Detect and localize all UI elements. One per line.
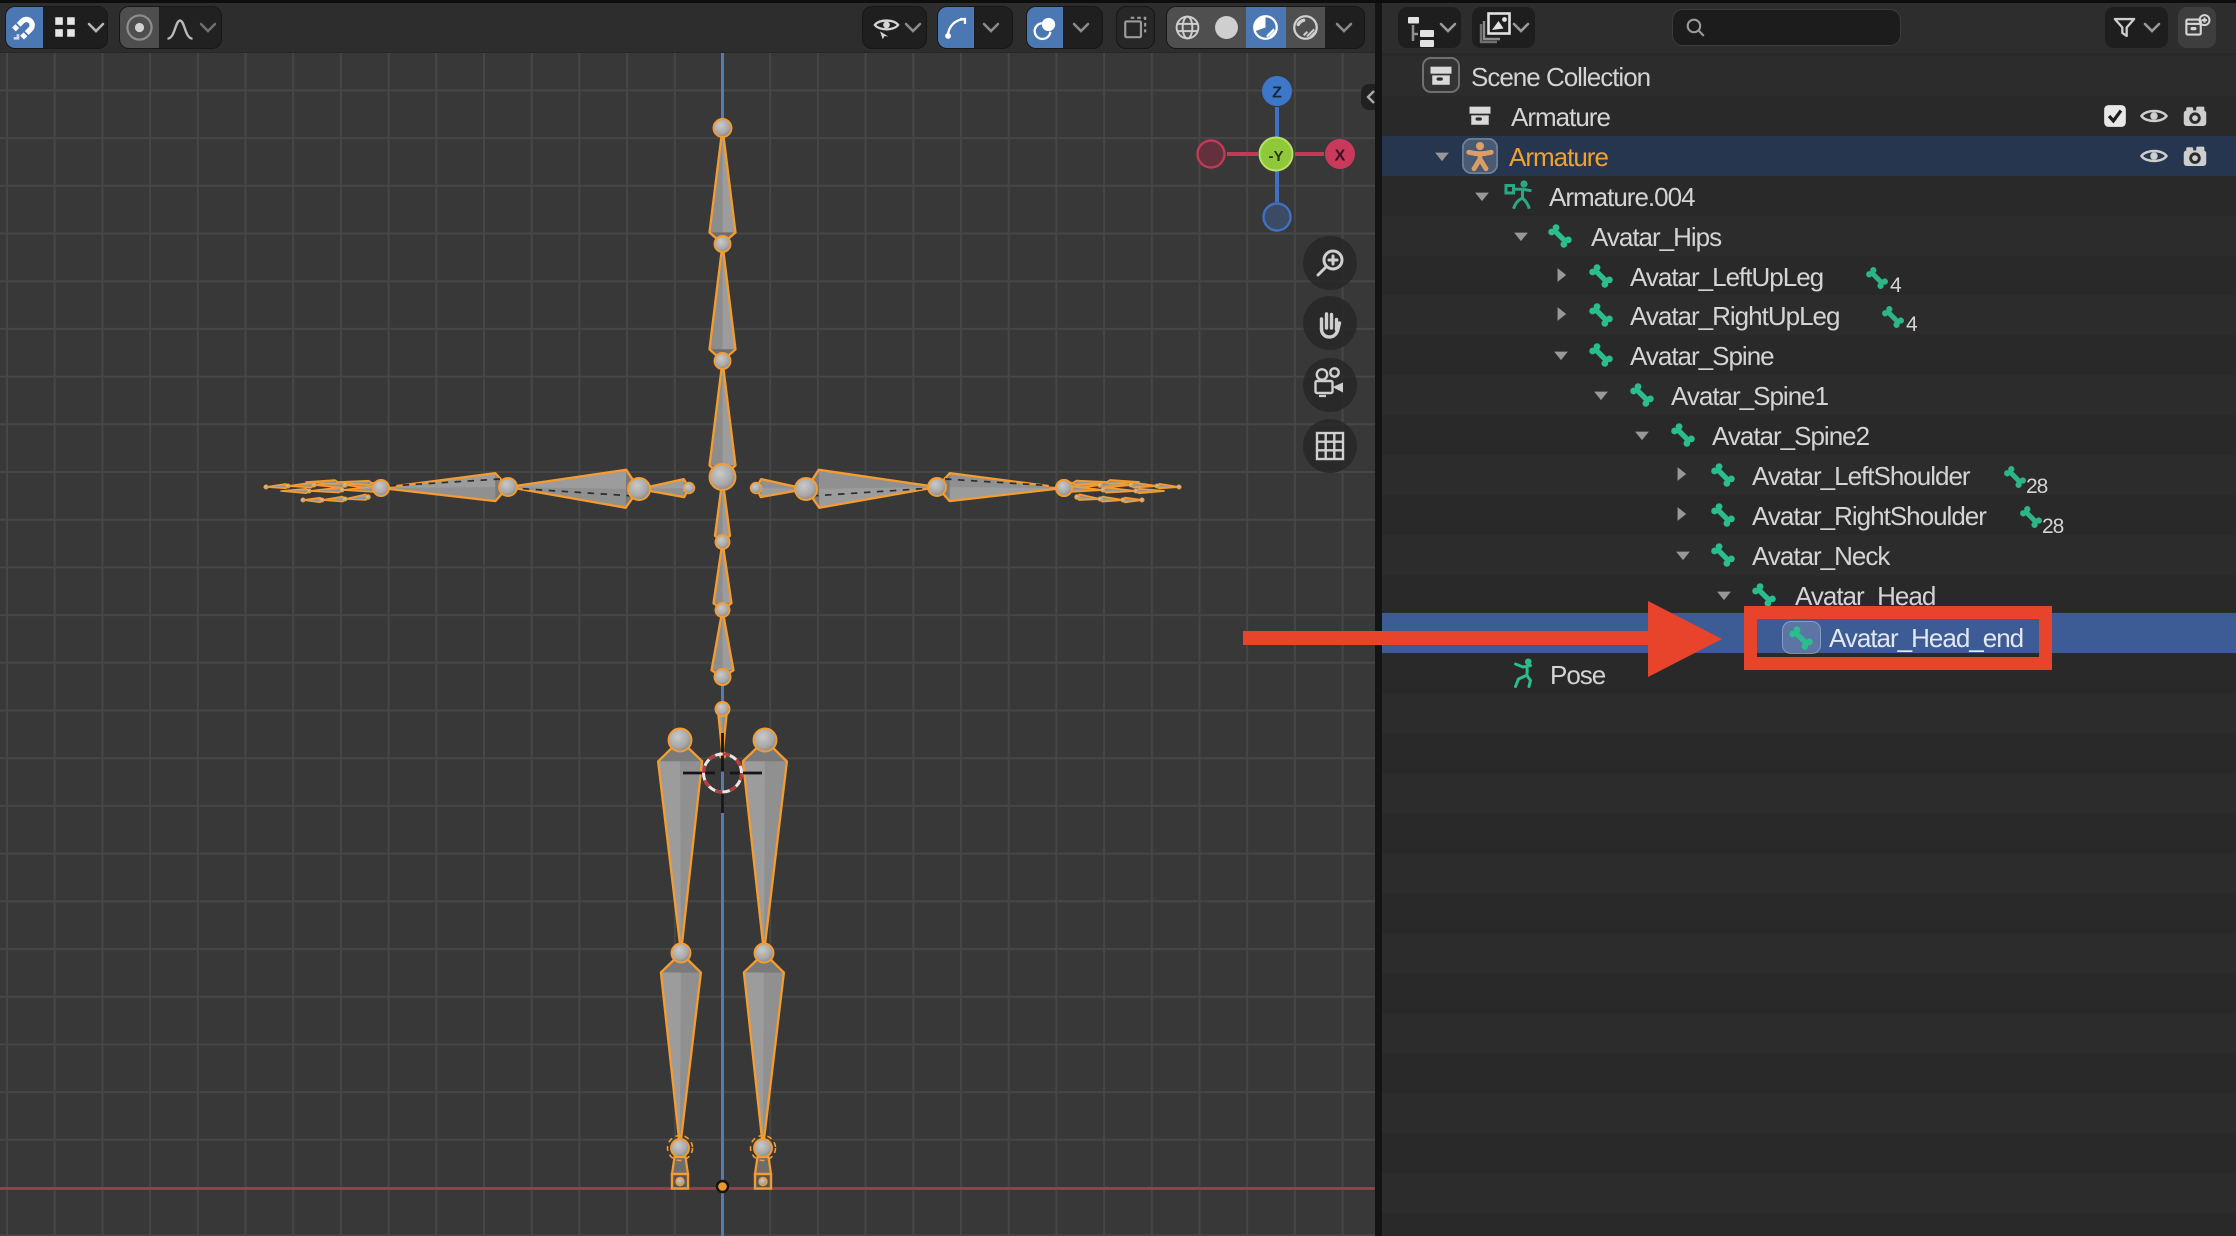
svg-text:X: X [1335,148,1346,165]
svg-text:-Y: -Y [1269,148,1284,165]
svg-text:Z: Z [1272,85,1282,102]
